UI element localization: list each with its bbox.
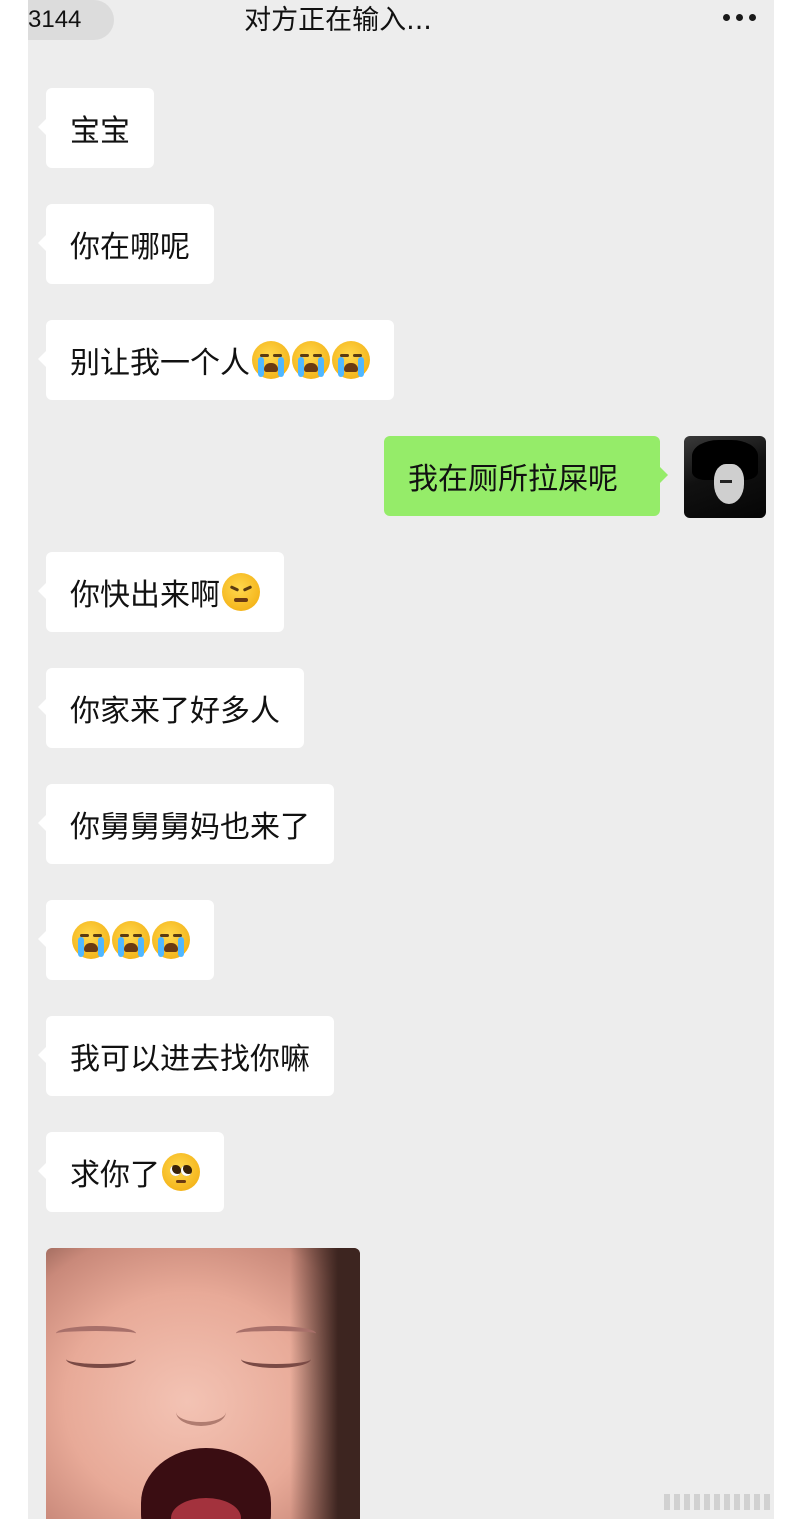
chat-title: 对方正在输入... <box>244 5 432 36</box>
avatar[interactable] <box>684 436 766 518</box>
loudly-crying-face-icon <box>252 341 290 379</box>
message-bubble-incoming[interactable]: 你家来了好多人 <box>38 668 304 748</box>
message-bubble-incoming[interactable]: 我可以进去找你嘛 <box>38 1016 334 1096</box>
chat-header: 3144 对方正在输入... <box>28 0 774 44</box>
message-text: 我在厕所拉屎呢 <box>408 462 618 497</box>
message-bubble-incoming[interactable]: 你舅舅舅妈也来了 <box>38 784 334 864</box>
watermark <box>664 1494 774 1510</box>
message-text: 宝宝 <box>70 114 130 149</box>
message-bubble-outgoing[interactable]: 我在厕所拉屎呢 <box>384 436 668 516</box>
message-text: 你快出来啊 <box>70 578 220 613</box>
image-message-crying-child[interactable] <box>46 1248 360 1519</box>
loudly-crying-face-icon <box>112 921 150 959</box>
message-bubble-incoming[interactable]: 你快出来啊 <box>38 552 284 632</box>
message-bubble-incoming[interactable]: 求你了 <box>38 1132 224 1212</box>
pleading-face-icon <box>162 1153 200 1191</box>
message-bubble-incoming[interactable]: 别让我一个人 <box>38 320 394 400</box>
message-text: 你在哪呢 <box>70 230 190 265</box>
loudly-crying-face-icon <box>152 921 190 959</box>
more-options-icon[interactable] <box>723 14 756 21</box>
loudly-crying-face-icon <box>292 341 330 379</box>
message-text: 别让我一个人 <box>70 346 250 381</box>
message-bubble-incoming[interactable]: 宝宝 <box>38 88 154 168</box>
loudly-crying-face-icon <box>72 921 110 959</box>
message-text: 你家来了好多人 <box>70 694 280 729</box>
chat-screen: 3144 对方正在输入... 宝宝 你在哪呢 别让我一个人 我在厕所拉屎呢 你快… <box>28 0 774 1519</box>
message-text: 求你了 <box>70 1158 160 1193</box>
message-text: 你舅舅舅妈也来了 <box>70 810 310 845</box>
message-bubble-incoming[interactable]: 你在哪呢 <box>38 204 214 284</box>
message-bubble-incoming[interactable] <box>38 900 214 980</box>
message-text: 我可以进去找你嘛 <box>70 1042 310 1077</box>
persevering-face-icon <box>222 573 260 611</box>
loudly-crying-face-icon <box>332 341 370 379</box>
